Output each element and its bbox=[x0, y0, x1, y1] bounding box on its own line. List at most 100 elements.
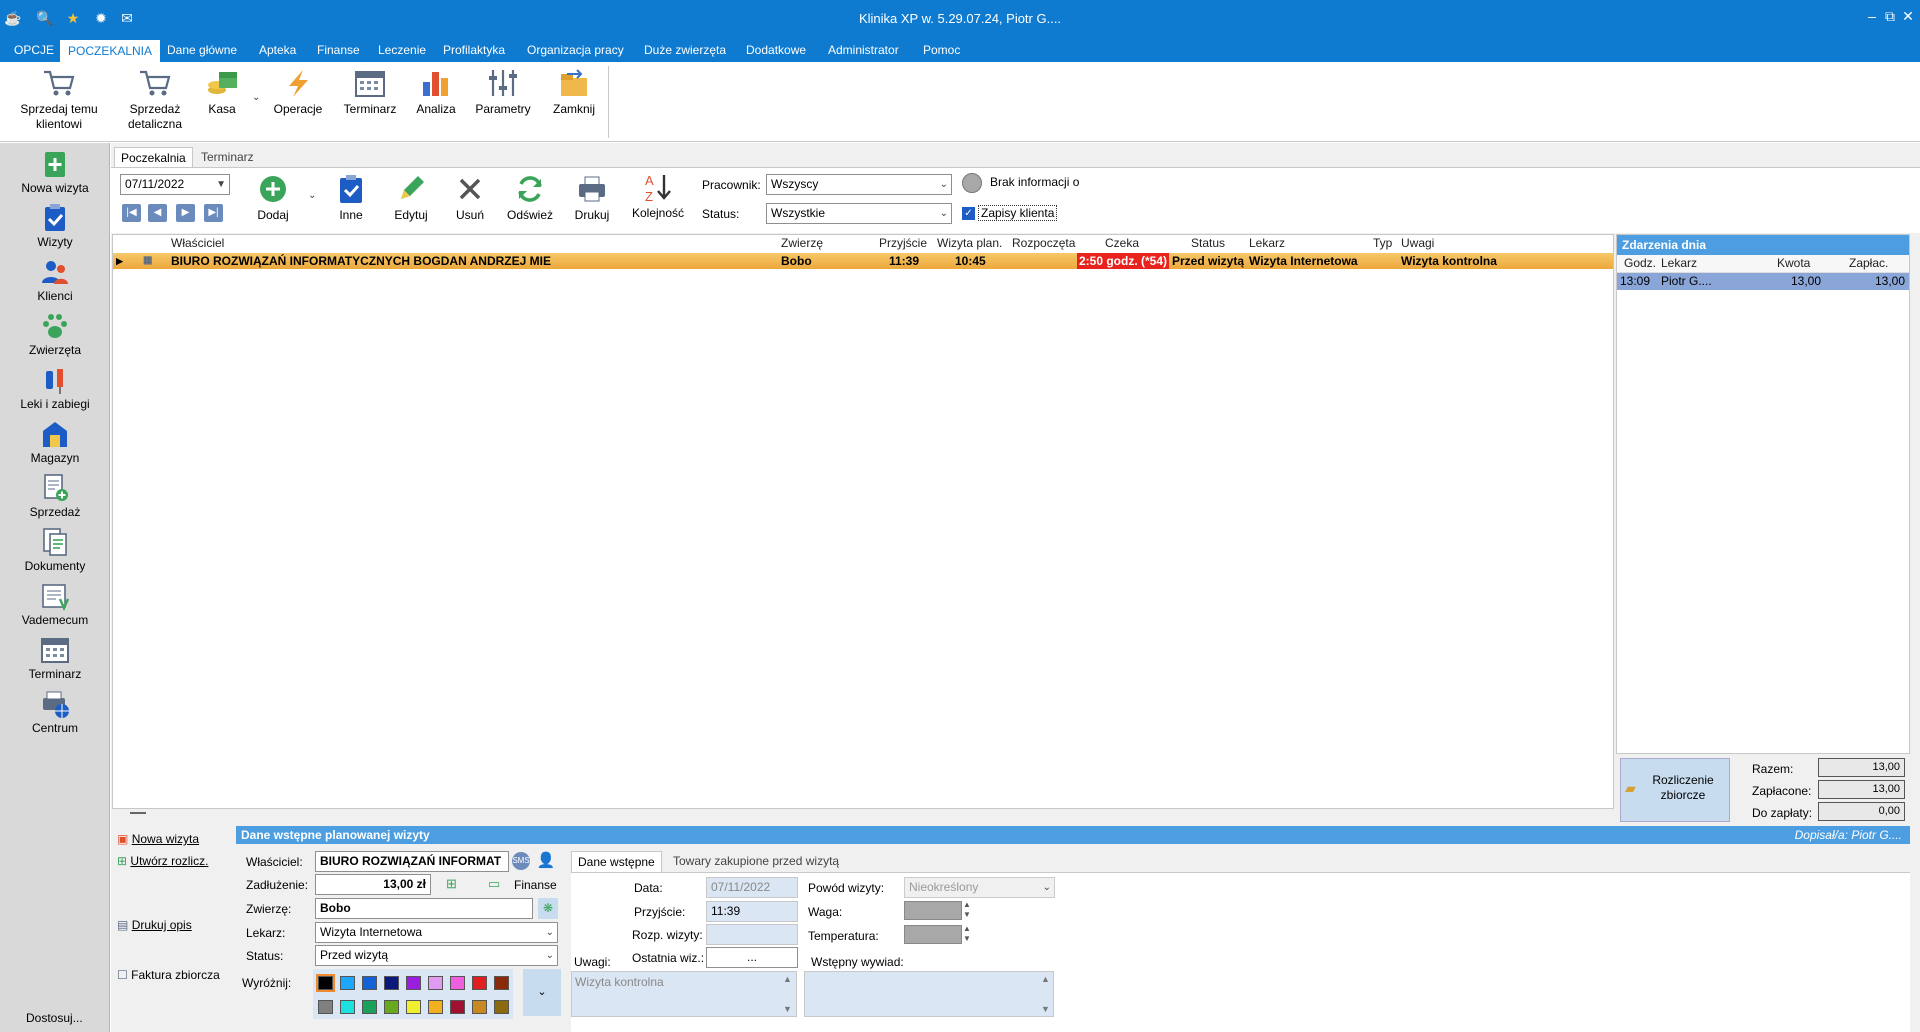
sidebar-item-vademecum[interactable]: Vademecum bbox=[0, 581, 110, 627]
print-description-action[interactable]: ▤ Drukuj opis bbox=[117, 918, 192, 932]
sidebar-item-klienci[interactable]: Klienci bbox=[0, 257, 110, 303]
color-swatch[interactable] bbox=[472, 976, 487, 990]
add-button[interactable]: Dodaj bbox=[254, 174, 292, 222]
color-swatch[interactable] bbox=[406, 976, 421, 990]
start-field[interactable] bbox=[706, 924, 798, 945]
menu-leczenie[interactable]: Leczenie bbox=[378, 42, 426, 62]
weight-stepper[interactable]: ▲ ▼ bbox=[963, 900, 971, 920]
sidebar-item-centrum[interactable]: Centrum bbox=[0, 689, 110, 735]
temperature-stepper[interactable]: ▲ ▼ bbox=[963, 924, 971, 944]
minimize-button[interactable]: – bbox=[1862, 6, 1882, 26]
operations-button[interactable]: Operacje bbox=[270, 66, 326, 117]
color-swatch[interactable] bbox=[494, 1000, 509, 1014]
animal-field[interactable]: Bobo bbox=[315, 898, 533, 919]
collective-settlement-button[interactable]: ▰ Rozliczenie zbiorcze bbox=[1620, 758, 1730, 822]
arrival-field[interactable]: 11:39 bbox=[706, 901, 798, 922]
client-records-label[interactable]: Zapisy klienta bbox=[978, 205, 1058, 221]
events-row[interactable]: 13:09 Piotr G.... 13,00 13,00 bbox=[1617, 273, 1909, 290]
paw-icon[interactable]: ❋ bbox=[538, 898, 558, 919]
color-swatch[interactable] bbox=[384, 1000, 399, 1014]
delete-button[interactable]: Usuń bbox=[452, 174, 488, 222]
close-button[interactable]: ✕ bbox=[1898, 6, 1918, 26]
add-dropdown-icon[interactable]: ⌄ bbox=[308, 190, 316, 201]
column-header-owner[interactable]: Właściciel bbox=[171, 235, 224, 252]
money-add-icon[interactable]: ⊞ bbox=[446, 876, 457, 892]
events-header-paid[interactable]: Zapłac. bbox=[1849, 255, 1888, 272]
splitter-handle[interactable] bbox=[130, 812, 146, 814]
color-swatch[interactable] bbox=[406, 1000, 421, 1014]
column-header-doctor[interactable]: Lekarz bbox=[1249, 235, 1285, 252]
column-header-waiting[interactable]: Czeka bbox=[1105, 235, 1139, 252]
color-swatch[interactable] bbox=[340, 976, 355, 990]
color-swatch[interactable] bbox=[494, 976, 509, 990]
date-picker[interactable]: 07/11/2022 ▼ bbox=[120, 174, 230, 195]
cash-button[interactable]: Kasa bbox=[200, 66, 244, 117]
events-header-amount[interactable]: Kwota bbox=[1777, 255, 1810, 272]
owner-field[interactable]: BIURO ROZWIĄZAŃ INFORMAT bbox=[315, 851, 509, 872]
color-swatch[interactable] bbox=[428, 976, 443, 990]
sms-icon[interactable]: SMS bbox=[512, 852, 530, 870]
column-header-planned[interactable]: Wizyta plan. bbox=[937, 235, 1002, 252]
analysis-button[interactable]: Analiza bbox=[410, 66, 462, 117]
status-select[interactable]: Wszystkie ⌄ bbox=[766, 203, 952, 224]
menu-profilaktyka[interactable]: Profilaktyka bbox=[443, 42, 505, 62]
scroll-up-icon[interactable]: ▲ bbox=[1041, 974, 1050, 984]
menu-pomoc[interactable]: Pomoc bbox=[923, 42, 960, 62]
cash-dropdown-icon[interactable]: ⌄ bbox=[252, 92, 260, 103]
color-swatch[interactable] bbox=[450, 1000, 465, 1014]
notes-field[interactable]: Wizyta kontrolna bbox=[571, 971, 797, 1017]
print-button[interactable]: Drukuj bbox=[572, 174, 612, 222]
sidebar-item-magazyn[interactable]: Magazyn bbox=[0, 419, 110, 465]
create-settlement-action[interactable]: ⊞ Utwórz rozlicz. bbox=[117, 854, 208, 868]
table-row[interactable]: ▶ ▦ BIURO ROZWIĄZAŃ INFORMATYCZNYCH BOGD… bbox=[113, 253, 1613, 269]
sidebar-item-wizyty[interactable]: Wizyty bbox=[0, 203, 110, 249]
menu-dane-glowne[interactable]: Dane główne bbox=[167, 42, 237, 62]
palette-more-button[interactable]: ⌄ bbox=[523, 969, 561, 1016]
last-visit-button[interactable]: ... bbox=[706, 947, 798, 968]
events-header-time[interactable]: Godz. bbox=[1624, 255, 1656, 272]
menu-dodatkowe[interactable]: Dodatkowe bbox=[746, 42, 806, 62]
color-swatch[interactable] bbox=[472, 1000, 487, 1014]
column-header-type[interactable]: Typ bbox=[1373, 235, 1392, 252]
sidebar-item-zwierzeta[interactable]: Zwierzęta bbox=[0, 311, 110, 357]
sidebar-item-leki-i-zabiegi[interactable]: Leki i zabiegi bbox=[0, 365, 110, 411]
status-field-select[interactable]: Przed wizytą ⌄ bbox=[315, 945, 558, 966]
color-swatch[interactable] bbox=[318, 1000, 333, 1014]
color-swatch[interactable] bbox=[362, 1000, 377, 1014]
menu-opcje[interactable]: OPCJE bbox=[14, 42, 54, 62]
user-icon[interactable]: 👤 bbox=[536, 852, 556, 870]
sidebar-item-terminarz[interactable]: Terminarz bbox=[0, 635, 110, 681]
edit-button[interactable]: Edytuj bbox=[390, 174, 432, 222]
subtab-towary[interactable]: Towary zakupione przed wizytą bbox=[667, 851, 845, 872]
interview-field[interactable] bbox=[804, 971, 1054, 1017]
doctor-select[interactable]: Wizyta Internetowa ⌄ bbox=[315, 922, 558, 943]
subtab-dane-wstepne[interactable]: Dane wstępne bbox=[571, 851, 662, 872]
next-day-button[interactable]: ▶ bbox=[176, 204, 195, 222]
color-swatch[interactable] bbox=[316, 974, 335, 992]
sell-to-client-button[interactable]: Sprzedaj temu klientowi bbox=[14, 66, 104, 132]
collective-invoice-action[interactable]: ☐ Faktura zbiorcza bbox=[117, 968, 220, 982]
client-records-checkbox[interactable]: ✓ bbox=[962, 207, 975, 220]
tab-poczekalnia[interactable]: Poczekalnia bbox=[114, 147, 193, 168]
close-view-button[interactable]: Zamknij bbox=[546, 66, 602, 117]
schedule-button[interactable]: Terminarz bbox=[340, 66, 400, 117]
retail-sale-button[interactable]: Sprzedaż detaliczna bbox=[118, 66, 192, 132]
tab-terminarz[interactable]: Terminarz bbox=[195, 147, 260, 168]
menu-organizacja-pracy[interactable]: Organizacja pracy bbox=[527, 42, 624, 62]
color-swatch[interactable] bbox=[362, 976, 377, 990]
sidebar-item-sprzedaz[interactable]: Sprzedaż bbox=[0, 473, 110, 519]
first-day-button[interactable]: |◀ bbox=[122, 204, 141, 222]
sidebar-item-nowa-wizyta[interactable]: Nowa wizyta bbox=[0, 149, 110, 195]
menu-administrator[interactable]: Administrator bbox=[828, 42, 899, 62]
other-button[interactable]: Inne bbox=[334, 174, 368, 222]
scroll-down-icon[interactable]: ▼ bbox=[783, 1004, 792, 1014]
sidebar-customize[interactable]: Dostosuj... bbox=[0, 1011, 110, 1025]
menu-poczekalnia[interactable]: POCZEKALNIA bbox=[60, 40, 161, 62]
restore-button[interactable]: ⧉ bbox=[1880, 6, 1900, 26]
refresh-button[interactable]: Odśwież bbox=[506, 174, 554, 222]
parameters-button[interactable]: Parametry bbox=[470, 66, 536, 117]
employee-select[interactable]: Wszyscy ⌄ bbox=[766, 174, 952, 195]
color-swatch[interactable] bbox=[384, 976, 399, 990]
order-button[interactable]: AZ Kolejność bbox=[630, 172, 686, 220]
sidebar-item-dokumenty[interactable]: Dokumenty bbox=[0, 527, 110, 573]
